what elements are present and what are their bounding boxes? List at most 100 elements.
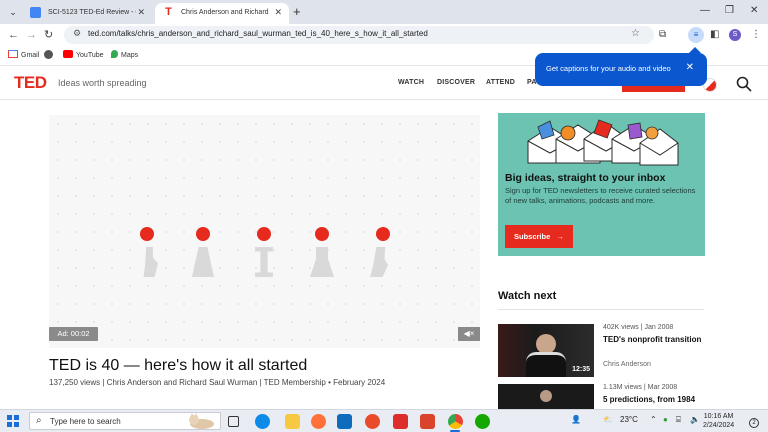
talk-title: TED is 40 — here's how it all started — [49, 357, 308, 374]
watch-next-heading: Watch next — [498, 290, 557, 302]
notification-badge[interactable]: 2 — [749, 418, 759, 428]
app-icon[interactable] — [365, 414, 380, 429]
tray-chevron-icon[interactable]: ⌃ — [650, 415, 657, 424]
weather-temp[interactable]: 23°C — [620, 415, 638, 424]
newsletter-card: Big ideas, straight to your inbox Sign u… — [498, 113, 705, 256]
video-title[interactable]: TED's nonprofit transition — [603, 335, 703, 345]
maps-pin-icon — [111, 50, 118, 58]
volume-icon[interactable]: 🔈 — [690, 415, 700, 424]
figure-head — [257, 227, 271, 241]
video-thumbnail[interactable] — [498, 384, 594, 409]
file-explorer-icon[interactable] — [285, 414, 300, 429]
speaker-muted-icon[interactable]: ◀× — [458, 327, 480, 341]
forward-arrow-icon[interactable]: → — [26, 27, 37, 43]
globe-icon — [44, 50, 53, 59]
video-duration: 12:35 — [572, 366, 590, 373]
tab-ted-talk[interactable]: T Chris Anderson and Richard Sa ✕ — [155, 3, 289, 24]
bookmark-label: Maps — [121, 52, 139, 59]
user-icon[interactable]: 👤 — [571, 415, 581, 424]
extensions-puzzle-icon[interactable]: ⧉ — [659, 28, 666, 42]
tab-close-icon[interactable]: ✕ — [137, 3, 145, 22]
talk-meta: 137,250 views | Chris Anderson and Richa… — [49, 378, 386, 387]
bookmark-star-icon[interactable]: ☆ — [631, 28, 640, 39]
new-tab-button[interactable]: + — [293, 4, 301, 20]
subscribe-button[interactable]: Subscribe → — [505, 225, 573, 248]
figure-body — [310, 247, 334, 277]
bookmark-gmail[interactable]: Gmail — [8, 50, 39, 62]
close-window-button[interactable]: ✕ — [750, 4, 758, 18]
windows-start-icon[interactable] — [7, 415, 19, 427]
bookmark-label: Gmail — [21, 52, 40, 59]
minimize-button[interactable]: — — [700, 4, 710, 18]
tab-sci-5123[interactable]: SCI-5123 TED-Ed Review - Goo ✕ — [22, 3, 152, 24]
figure-head — [376, 227, 390, 241]
search-placeholder: Type here to search — [50, 417, 121, 426]
live-caption-icon[interactable]: ≡ — [688, 27, 704, 43]
windows-taskbar: ⌕ Type here to search 👤 ⛅ 23°C ⌃ ● ⌸ 🔈 1… — [0, 409, 768, 432]
site-info-icon[interactable]: ⚙ — [73, 28, 81, 39]
address-bar[interactable]: ⚙ ted.com/talks/chris_anderson_and_richa… — [64, 26, 654, 44]
speaker-body — [526, 352, 566, 377]
tab-close-icon[interactable]: ✕ — [274, 3, 282, 22]
kebab-menu-icon[interactable]: ⋮ — [751, 28, 761, 42]
chrome-icon[interactable] — [448, 414, 463, 429]
back-arrow-icon[interactable]: ← — [8, 27, 19, 43]
figure-head — [315, 227, 329, 241]
nav-watch[interactable]: WATCH — [398, 79, 424, 86]
reload-icon[interactable]: ↻ — [44, 27, 53, 43]
popover-text: Get captions for your audio and video — [546, 64, 671, 73]
edge-icon[interactable] — [255, 414, 270, 429]
popover-close-icon[interactable]: ✕ — [686, 62, 694, 73]
youtube-icon — [63, 50, 73, 58]
weather-icon[interactable]: ⛅ — [603, 415, 613, 424]
restore-button[interactable]: ❐ — [725, 4, 734, 18]
speaker-head — [540, 390, 552, 402]
google-docs-icon — [30, 7, 41, 18]
office-icon[interactable] — [393, 414, 408, 429]
browser-tab-strip: ⌄ SCI-5123 TED-Ed Review - Goo ✕ T Chris… — [0, 0, 768, 24]
figure-body — [192, 247, 214, 277]
cat-illustration-icon — [189, 413, 214, 429]
ted-logo[interactable]: TED — [14, 74, 47, 92]
task-view-icon[interactable] — [228, 416, 239, 427]
search-icon: ⌕ — [36, 415, 42, 426]
bookmark-label: YouTube — [76, 52, 104, 59]
upwork-icon[interactable] — [475, 414, 490, 429]
bookmark-youtube[interactable]: YouTube — [63, 50, 104, 62]
system-clock[interactable]: 10:16 AM 2/24/2024 — [703, 412, 734, 430]
speaker-head — [536, 334, 556, 354]
video-thumbnail[interactable]: 12:35 — [498, 324, 594, 377]
clock-date: 2/24/2024 — [703, 422, 735, 429]
network-icon[interactable]: ⌸ — [676, 415, 681, 425]
newsletter-heading: Big ideas, straight to your inbox — [505, 172, 666, 184]
ad-countdown-badge: Ad: 00:02 — [49, 327, 98, 341]
tab-title: Chris Anderson and Richard Sa — [181, 9, 269, 16]
tray-app-icon[interactable]: ● — [663, 415, 668, 424]
video-player[interactable] — [49, 115, 480, 348]
figure-head — [196, 227, 210, 241]
browser-toolbar: ← → ↻ ⚙ ted.com/talks/chris_anderson_and… — [0, 24, 768, 46]
wps-icon[interactable] — [420, 414, 435, 429]
nav-attend[interactable]: ATTEND — [486, 79, 515, 86]
taskbar-search-box[interactable]: ⌕ Type here to search — [29, 412, 221, 430]
clock-time: 10:16 AM — [703, 413, 734, 420]
arrow-right-icon: → — [556, 232, 564, 241]
url-text[interactable]: ted.com/talks/chris_anderson_and_richard… — [88, 29, 428, 38]
nav-discover[interactable]: DISCOVER — [437, 79, 475, 86]
figure-head — [140, 227, 154, 241]
firefox-icon[interactable] — [311, 414, 326, 429]
side-panel-icon[interactable]: ◧ — [710, 28, 719, 42]
tab-search-chevron-icon[interactable]: ⌄ — [6, 5, 20, 19]
mail-icon[interactable] — [337, 414, 352, 429]
video-views: 1.13M views | Mar 2008 — [603, 384, 678, 391]
search-icon[interactable] — [736, 76, 752, 92]
figure-body — [143, 247, 158, 277]
live-captions-popover: Get captions for your audio and video ✕ — [535, 47, 707, 86]
bookmark-maps[interactable]: Maps — [111, 50, 138, 62]
profile-avatar[interactable]: S — [729, 29, 741, 41]
bookmark-globe[interactable] — [44, 50, 56, 63]
video-title[interactable]: 5 predictions, from 1984 — [603, 395, 703, 405]
video-views: 402K views | Jan 2008 — [603, 324, 674, 331]
envelopes-illustration-icon — [527, 119, 679, 166]
newsletter-body: Sign up for TED newsletters to receive c… — [505, 186, 696, 205]
